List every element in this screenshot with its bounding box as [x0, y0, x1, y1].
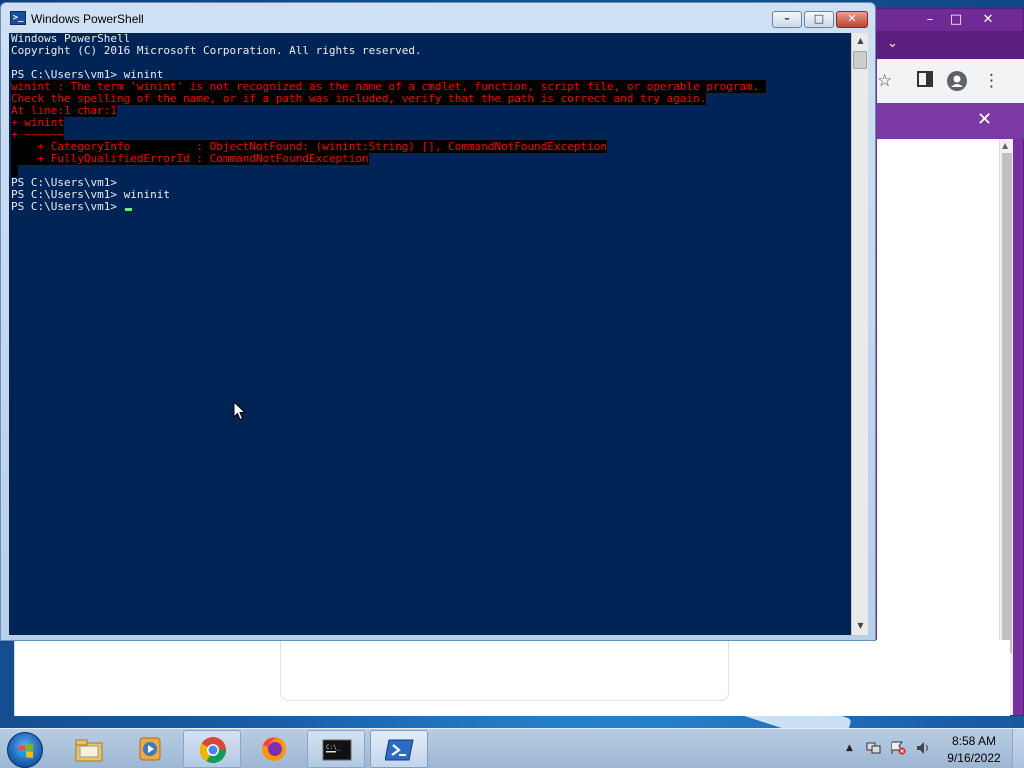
window-title: Windows PowerShell	[31, 12, 144, 26]
console-line-text: + FullyQualifiedErrorId : CommandNotFoun…	[11, 152, 369, 165]
chrome-scrollbar[interactable]: ▲ ▼	[999, 139, 1013, 715]
taskbar-command-prompt[interactable]: C:\_	[307, 730, 365, 768]
background-page-card	[280, 640, 729, 701]
show-desktop-button[interactable]	[1012, 729, 1024, 768]
maximize-icon[interactable]: □	[943, 11, 969, 28]
taskbar-powershell[interactable]	[370, 730, 428, 768]
console-line-text: Copyright (C) 2016 Microsoft Corporation…	[11, 44, 422, 57]
action-center-error-icon[interactable]	[890, 741, 906, 758]
firefox-icon	[262, 737, 286, 761]
folder-icon	[75, 739, 103, 762]
taskbar-explorer[interactable]	[60, 730, 118, 768]
clock-time[interactable]: 8:58 AM	[944, 734, 1004, 748]
scroll-up-icon[interactable]: ▲	[1002, 141, 1008, 150]
console-text: Windows PowerShell Copyright (C) 2016 Mic…	[11, 33, 766, 213]
scroll-down-icon[interactable]: ▼	[852, 618, 869, 634]
scroll-up-icon[interactable]: ▲	[852, 33, 869, 49]
console-line: PS C:\Users\vm1>	[11, 201, 766, 213]
console-line: PS C:\Users\vm1> wininit	[11, 189, 766, 201]
star-icon[interactable]: ☆	[877, 71, 892, 91]
tab-search-chevron-icon[interactable]: ⌄	[887, 36, 898, 51]
start-button[interactable]	[7, 732, 43, 768]
powershell-icon: >_	[10, 11, 26, 25]
console-line: Copyright (C) 2016 Microsoft Corporation…	[11, 45, 766, 57]
mouse-pointer-icon	[233, 401, 247, 421]
text-cursor	[124, 208, 132, 211]
profile-icon[interactable]	[947, 71, 967, 96]
menu-icon[interactable]: ⋮	[983, 71, 1000, 91]
taskbar-media-player[interactable]	[121, 730, 179, 768]
chrome-icon	[199, 737, 227, 764]
sidebar-icon[interactable]	[917, 71, 933, 92]
show-hidden-icons-icon[interactable]: ▲	[846, 743, 853, 753]
network-icon[interactable]	[866, 741, 882, 758]
console-error-line: At line:1 char:1	[11, 104, 766, 117]
console-error-line: + winint	[11, 116, 766, 129]
console-scroll-thumb[interactable]	[853, 51, 867, 69]
minimize-icon[interactable]: –	[917, 11, 943, 28]
console-error-line: + FullyQualifiedErrorId : CommandNotFoun…	[11, 152, 766, 165]
console-error-line	[11, 164, 766, 177]
chrome-page-content	[877, 139, 999, 715]
banner-close-icon[interactable]: ✕	[977, 109, 992, 130]
chrome-toolbar: ☆ ⋮	[877, 59, 1024, 103]
powershell-icon	[385, 739, 414, 761]
chrome-banner: ✕	[877, 103, 1024, 139]
svg-text:C:\_: C:\_	[326, 744, 341, 751]
minimize-button[interactable]: –	[772, 11, 802, 28]
close-button[interactable]: ✕	[836, 11, 868, 28]
chrome-scroll-thumb[interactable]	[1002, 153, 1012, 653]
taskbar: C:\_ ▲ 8:58 AM 9/16/2022	[0, 728, 1024, 768]
taskbar-firefox[interactable]	[245, 730, 303, 768]
windows-logo-icon	[19, 744, 33, 758]
cmd-icon: C:\_	[322, 739, 352, 761]
close-icon[interactable]: ✕	[975, 11, 1001, 28]
console-line-text: PS C:\Users\vm1>	[11, 200, 124, 213]
volume-icon[interactable]	[916, 741, 932, 758]
taskbar-chrome[interactable]	[183, 730, 241, 768]
clock-date[interactable]: 9/16/2022	[944, 751, 1004, 765]
maximize-button[interactable]: □	[804, 11, 834, 28]
powershell-window[interactable]: >_ Windows PowerShell – □ ✕ Windows Powe…	[0, 2, 876, 641]
console-output[interactable]: Windows PowerShell Copyright (C) 2016 Mic…	[9, 33, 851, 635]
media-player-icon	[139, 737, 161, 761]
console-error-line: Check the spelling of the name, or if a …	[11, 92, 766, 105]
console-scrollbar[interactable]: ▲ ▼	[851, 33, 868, 635]
powershell-titlebar[interactable]: >_ Windows PowerShell – □ ✕	[1, 3, 875, 33]
